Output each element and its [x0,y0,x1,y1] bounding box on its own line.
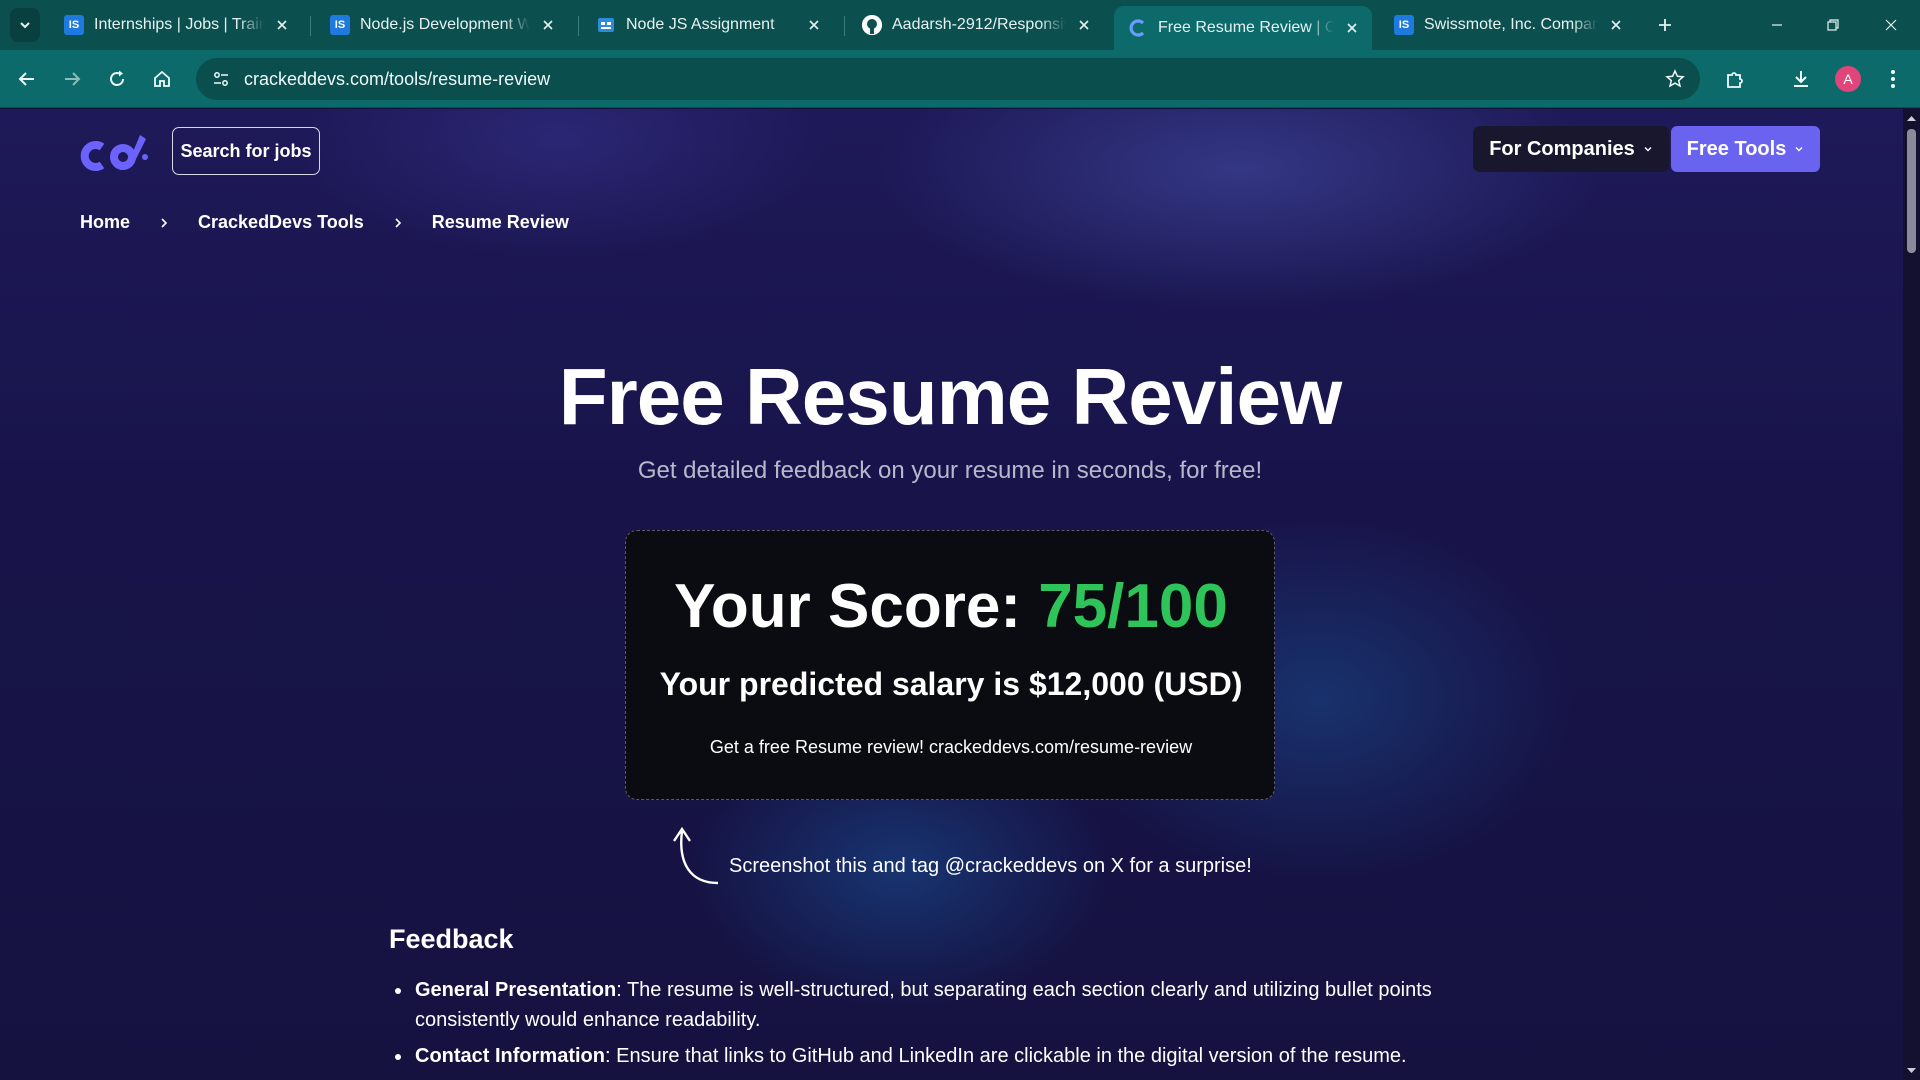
downloads-button[interactable] [1784,62,1818,96]
scrollbar-thumb[interactable] [1907,129,1916,253]
puzzle-icon [1727,72,1743,88]
browser-tab[interactable]: IS Internships | Jobs | Training [50,6,302,44]
address-bar[interactable]: crackeddevs.com/tools/resume-review [196,58,1700,100]
tab-title: Node.js Development Work [360,16,530,33]
browser-toolbar: crackeddevs.com/tools/resume-review [0,50,1920,108]
page-scrollbar[interactable] [1903,109,1920,1080]
score-label: Your Score: [674,572,1021,641]
search-jobs-button[interactable]: Search for jobs [172,127,320,175]
home-icon [154,70,170,87]
download-icon [1794,71,1808,87]
feedback-item-heading: General Presentation [415,979,617,1001]
tab-search-button[interactable] [10,8,40,42]
tab-title: Node JS Assignment [626,16,775,33]
scroll-up-arrow-icon[interactable] [1906,113,1917,124]
tab-title: Internships | Jobs | Training [94,16,264,33]
score-card: Your Score: 75/100 Your predicted salary… [625,530,1275,800]
internshala-icon: IS [64,15,84,35]
free-tools-label: Free Tools [1686,137,1787,160]
chevron-down-icon [1795,147,1803,152]
crackeddevs-logo[interactable] [78,129,152,175]
list-item: Contact Information: Ensure that links t… [389,1041,1529,1071]
close-icon[interactable] [1074,15,1094,35]
internshala-icon: IS [330,15,350,35]
breadcrumb-current: Resume Review [431,212,569,232]
home-button[interactable] [145,62,179,96]
chevron-right-icon [392,217,404,229]
minimize-button[interactable] [1762,10,1792,40]
reload-icon [110,70,124,86]
for-companies-dropdown[interactable]: For Companies [1473,126,1669,172]
tab-separator [310,16,311,36]
close-icon[interactable] [538,15,558,35]
chevron-down-icon [20,22,30,29]
curved-arrow-icon [673,826,719,885]
tab-title: Aadarsh-2912/Responsive_ [892,16,1066,33]
tab-separator [844,16,845,36]
breadcrumb-home[interactable]: Home [80,212,130,233]
browser-menu-button[interactable] [1876,62,1910,96]
close-icon[interactable] [1606,15,1626,35]
tab-title: Free Resume Review | Cracked [1158,19,1334,36]
for-companies-label: For Companies [1489,137,1635,160]
scroll-down-arrow-icon[interactable] [1906,1065,1917,1076]
url-text: crackeddevs.com/tools/resume-review [244,68,551,89]
internshala-icon: IS [1394,15,1414,35]
close-icon[interactable] [804,15,824,35]
predicted-salary: Your predicted salary is $12,000 (USD) [659,666,1243,702]
promo-text: Get a free Resume review! crackeddevs.co… [709,737,1193,757]
feedback-item-heading: Contact Information [415,1045,605,1067]
close-window-button[interactable] [1876,10,1906,40]
plus-icon [1659,19,1671,31]
restore-button[interactable] [1818,10,1848,40]
back-arrow-icon [18,72,34,86]
browser-tab-active[interactable]: Free Resume Review | Cracked [1114,6,1372,50]
tab-title: Swissmote, Inc. Company P [1424,16,1598,33]
page-viewport: Search for jobs For Companies Free Tools… [0,109,1920,1080]
feedback-list: General Presentation: The resume is well… [389,975,1529,1077]
reload-button[interactable] [100,62,134,96]
browser-tab[interactable]: IS Node.js Development Work [316,6,568,44]
list-item: General Presentation: The resume is well… [389,975,1529,1035]
browser-tab[interactable]: IS Swissmote, Inc. Company P [1380,6,1636,44]
tab-separator [578,16,579,36]
page-subtitle: Get detailed feedback on your resume in … [637,457,1263,484]
close-icon [1885,19,1897,31]
restore-icon [1827,19,1839,31]
site-info-icon[interactable] [208,66,234,92]
forward-button[interactable] [55,62,89,96]
browser-tab[interactable]: Aadarsh-2912/Responsive_ [848,6,1104,44]
chevron-down-icon [1644,147,1652,152]
browser-tab-strip: IS Internships | Jobs | Training IS Node… [0,0,1920,50]
profile-avatar[interactable]: A [1835,66,1861,92]
bookmark-star-icon[interactable] [1662,66,1688,92]
back-button[interactable] [10,62,44,96]
crackeddevs-icon [1128,18,1148,38]
score-line: Your Score: 75/100 [626,571,1276,642]
forms-icon [596,15,616,35]
close-icon[interactable] [1342,18,1362,38]
extensions-button[interactable] [1718,62,1752,96]
score-value: 75/100 [1038,572,1228,641]
close-icon[interactable] [272,15,292,35]
breadcrumb: Home CrackedDevs Tools Resume Review [80,212,569,233]
feedback-item-text: : Ensure that links to GitHub and Linked… [605,1045,1407,1067]
forward-arrow-icon [65,72,81,86]
feedback-heading: Feedback [389,924,514,954]
minimize-icon [1772,24,1782,26]
breadcrumb-tools[interactable]: CrackedDevs Tools [198,212,364,233]
github-icon [862,15,882,35]
share-note: Screenshot this and tag @crackeddevs on … [729,855,1252,877]
page-title: Free Resume Review [558,352,1342,441]
kebab-menu-icon [1891,70,1895,88]
free-tools-dropdown[interactable]: Free Tools [1671,126,1820,172]
new-tab-button[interactable] [1652,12,1678,38]
chevron-right-icon [158,217,170,229]
browser-tab[interactable]: Node JS Assignment [582,6,834,44]
